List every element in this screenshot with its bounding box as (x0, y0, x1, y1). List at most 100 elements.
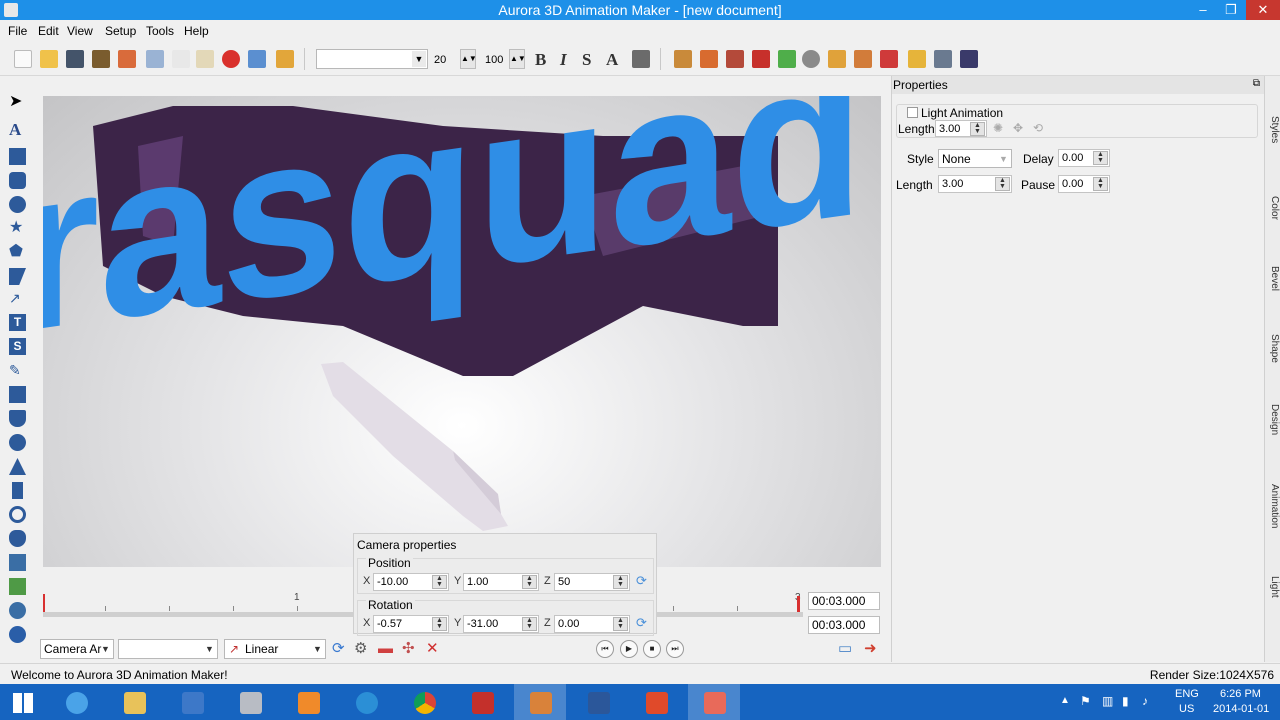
position-z-input[interactable]: 50 ▲ ▼ (554, 573, 630, 591)
light-length-input[interactable]: 3.00 ▲ ▼ (935, 120, 987, 137)
save-as-icon[interactable] (92, 50, 110, 68)
volume-icon[interactable]: ♪ (1142, 694, 1148, 708)
object-select[interactable]: Camera Ar ▼ (40, 639, 114, 659)
length-stepper[interactable]: ▲ ▼ (995, 177, 1010, 191)
torus-icon[interactable] (9, 506, 26, 523)
menu-help[interactable]: Help (184, 24, 209, 38)
battery-icon[interactable]: ▮ (1122, 694, 1129, 708)
delete-key-icon[interactable]: ✕ (426, 641, 439, 657)
pin-icon[interactable]: ⧉ (1253, 78, 1260, 89)
current-time-field[interactable]: 00:03.000 (808, 592, 880, 610)
sphere-icon[interactable] (802, 50, 820, 68)
cylinder-icon[interactable] (9, 410, 26, 427)
light-length-stepper[interactable]: ▲ ▼ (970, 122, 985, 136)
rotation-y-stepper[interactable]: ▲ ▼ (522, 617, 537, 631)
pentagon-icon[interactable]: ⬟ (9, 244, 26, 261)
star-tool-icon[interactable]: ★ (9, 220, 26, 237)
vase-icon[interactable] (9, 530, 26, 547)
open-folder-icon[interactable] (40, 50, 58, 68)
position-y-stepper[interactable]: ▲ ▼ (522, 575, 537, 589)
new-document-icon[interactable] (14, 50, 32, 68)
rewind-button[interactable]: ⏮ (596, 640, 614, 658)
position-y-input[interactable]: 1.00 ▲ ▼ (463, 573, 539, 591)
tab-bevel[interactable]: Bevel (1266, 266, 1280, 291)
rotate-icon[interactable] (778, 50, 796, 68)
sphere-tool-icon[interactable] (9, 434, 26, 451)
minimize-button[interactable]: – (1188, 0, 1218, 20)
flag-icon[interactable]: ⚑ (1080, 694, 1091, 708)
taskbar-chrome[interactable] (398, 684, 450, 720)
strike-button[interactable]: S (582, 50, 591, 70)
import-icon[interactable] (9, 554, 26, 571)
camera-icon[interactable]: ⚙ (354, 641, 367, 657)
tab-animation[interactable]: Animation (1266, 484, 1280, 528)
cube-icon[interactable] (752, 50, 770, 68)
length-input[interactable]: 3.00 ▲ ▼ (938, 175, 1012, 193)
polygon-icon[interactable] (9, 268, 26, 285)
taskbar-app-1[interactable] (166, 684, 218, 720)
start-button[interactable] (0, 684, 52, 720)
text-effect-icon[interactable] (854, 50, 872, 68)
delete-icon[interactable] (222, 50, 240, 68)
interpolation-select[interactable]: ↗ Linear ▼ (224, 639, 326, 659)
tray-expand-icon[interactable]: ▲ (1060, 695, 1070, 706)
clock-time[interactable]: 6:26 PM (1220, 688, 1261, 700)
pen-tool-icon[interactable]: ✎ (9, 362, 26, 379)
play-button[interactable]: ▶ (620, 640, 638, 658)
refresh-icon[interactable]: ⟳ (332, 641, 345, 657)
keyframe-icon[interactable]: ✣ (402, 641, 415, 657)
text-box-icon[interactable]: T (9, 314, 26, 331)
screen-icon[interactable] (934, 50, 952, 68)
outline-button[interactable]: A (606, 50, 618, 70)
circle-icon[interactable] (9, 196, 26, 213)
taskbar-explorer[interactable] (108, 684, 160, 720)
taskbar-filezilla[interactable] (456, 684, 508, 720)
taskbar-word[interactable] (572, 684, 624, 720)
font-name-select[interactable]: ▼ (316, 49, 428, 69)
taskbar-app-5[interactable] (688, 684, 740, 720)
paste-icon[interactable] (196, 50, 214, 68)
restore-button[interactable]: ❐ (1216, 0, 1246, 20)
position-x-stepper[interactable]: ▲ ▼ (432, 575, 447, 589)
taskbar-app-4[interactable] (630, 684, 682, 720)
export-video-icon[interactable]: ➜ (864, 641, 877, 657)
star-icon[interactable] (908, 50, 926, 68)
arrow-tool-icon[interactable]: ↗ (9, 290, 26, 307)
delay-stepper[interactable]: ▲ ▼ (1093, 151, 1108, 165)
preset-select[interactable]: ▼ (118, 639, 218, 659)
text-shape-icon[interactable] (880, 50, 898, 68)
rotation-z-input[interactable]: 0.00 ▲ ▼ (554, 615, 630, 633)
stop-button[interactable]: ■ (643, 640, 661, 658)
timeline-start-marker[interactable] (43, 594, 45, 614)
total-time-field[interactable]: 00:03.000 (808, 616, 880, 634)
save-icon[interactable] (66, 50, 84, 68)
taskbar-ie[interactable] (50, 684, 102, 720)
menu-file[interactable]: File (8, 24, 27, 38)
image-icon[interactable] (960, 50, 978, 68)
pause-input[interactable]: 0.00 ▲ ▼ (1058, 175, 1110, 193)
copy-icon[interactable] (172, 50, 190, 68)
render-icon[interactable] (726, 50, 744, 68)
pointer-icon[interactable]: ➤ (9, 94, 26, 111)
gear-icon[interactable] (700, 50, 718, 68)
tab-design[interactable]: Design (1266, 404, 1280, 435)
language-indicator[interactable]: ENG (1175, 688, 1199, 700)
taskbar-app-2[interactable] (224, 684, 276, 720)
clock-date[interactable]: 2014-01-01 (1213, 703, 1269, 715)
symbol-icon[interactable]: S (9, 338, 26, 355)
pencil-icon[interactable] (276, 50, 294, 68)
export-icon[interactable] (118, 50, 136, 68)
position-x-input[interactable]: -10.00 ▲ ▼ (373, 573, 449, 591)
forward-button[interactable]: ⏭ (666, 640, 684, 658)
box-icon[interactable] (9, 386, 26, 403)
pause-stepper[interactable]: ▲ ▼ (1093, 177, 1108, 191)
minus-icon[interactable]: ▬ (378, 641, 393, 657)
italic-button[interactable]: I (560, 50, 567, 70)
font-size-stepper[interactable]: ▲▼ (460, 49, 477, 69)
globe-icon[interactable] (9, 602, 26, 619)
text-direction-icon[interactable] (632, 50, 650, 68)
tab-styles[interactable]: Styles (1266, 116, 1280, 143)
taskbar-app-3[interactable] (340, 684, 392, 720)
font-scale-stepper[interactable]: ▲▼ (509, 49, 526, 69)
tab-light[interactable]: Light (1266, 576, 1280, 598)
